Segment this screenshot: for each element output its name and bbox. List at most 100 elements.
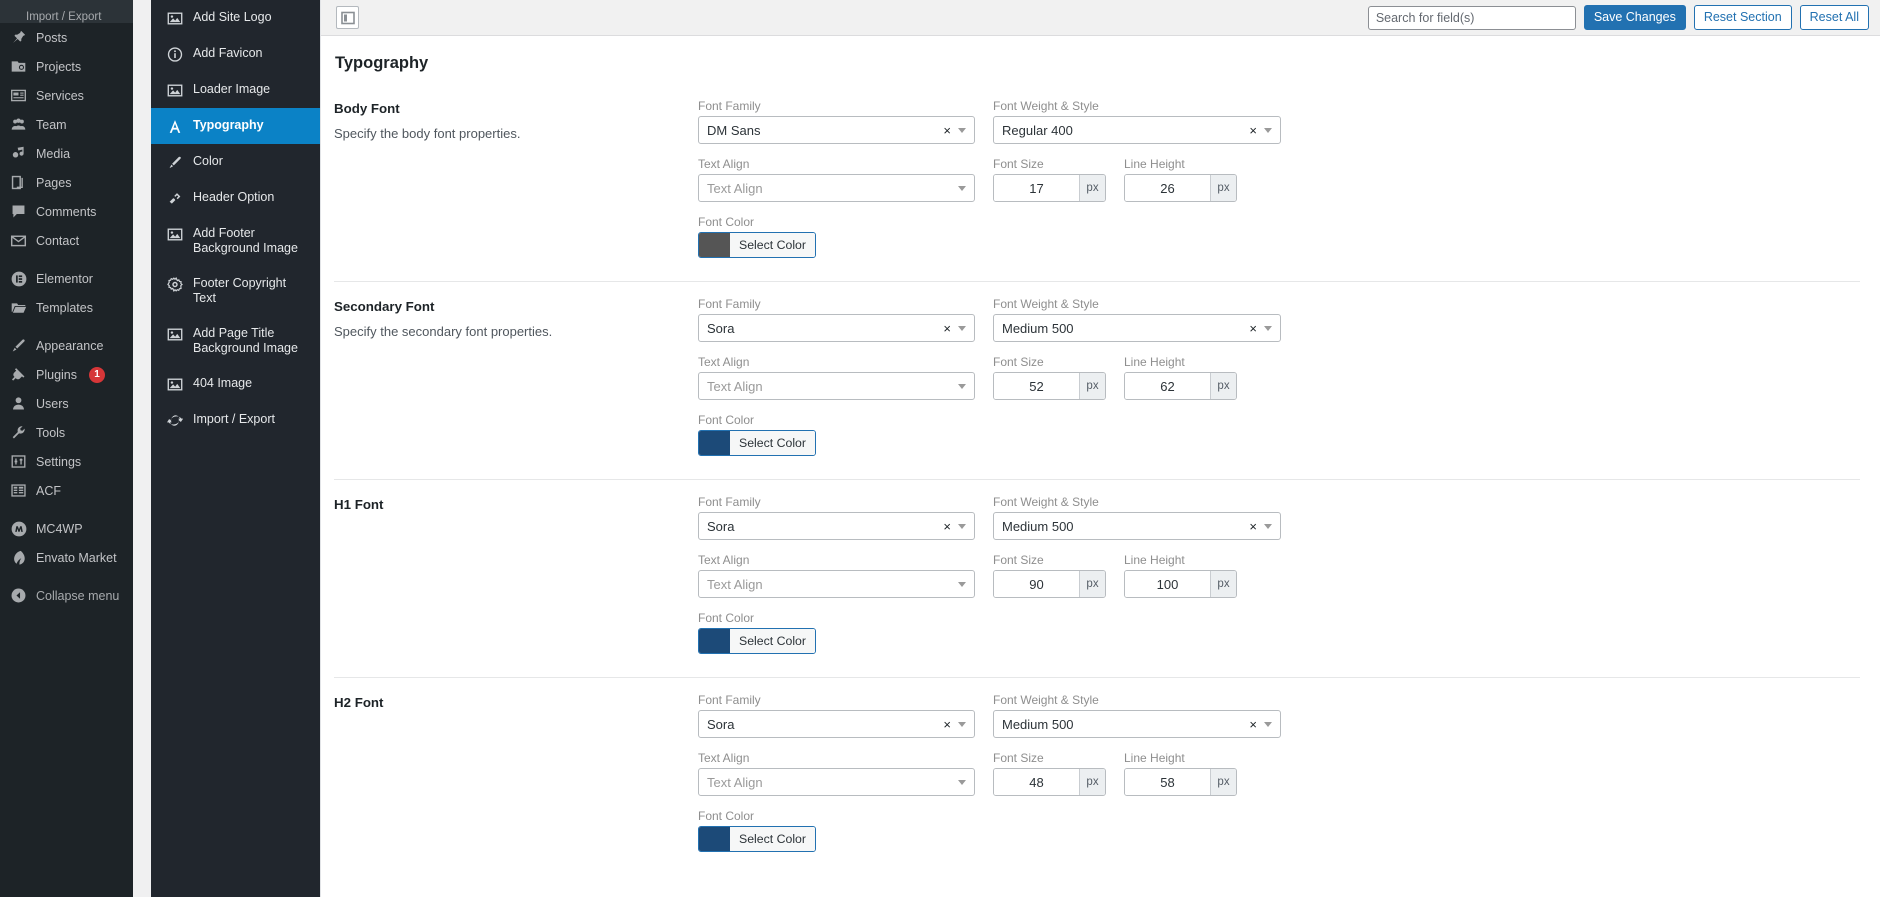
text-align-select[interactable]: Text Align [698,174,975,202]
clear-icon[interactable]: × [943,520,951,533]
font-family-control: Font Family Sora × [698,693,975,738]
wp-menu-item-collapse-menu[interactable]: Collapse menu [0,581,133,610]
expand-panel-icon[interactable] [336,6,359,29]
chevron-down-icon[interactable] [958,383,966,389]
line-height-input[interactable] [1125,571,1210,597]
options-menu-item-header-option[interactable]: Header Option [151,180,320,216]
wp-menu-item-posts[interactable]: Posts [0,23,133,52]
wp-menu-item-services[interactable]: Services [0,81,133,110]
line-height-input[interactable] [1125,175,1210,201]
wp-menu-item-comments[interactable]: Comments [0,197,133,226]
chevron-down-icon[interactable] [1264,325,1272,331]
wp-menu-item-label: Media [36,146,71,161]
options-menu-item-import-export[interactable]: Import / Export [151,402,320,438]
wp-menu-item-team[interactable]: Team [0,110,133,139]
save-changes-button[interactable]: Save Changes [1583,5,1686,30]
wp-menu-item-appearance[interactable]: Appearance [0,331,133,360]
line-height-input[interactable] [1125,373,1210,399]
options-menu-item-color[interactable]: Color [151,144,320,180]
wp-menu-item-pages[interactable]: Pages [0,168,133,197]
wp-menu-item-envato-market[interactable]: Envato Market [0,543,133,572]
chevron-down-icon[interactable] [958,325,966,331]
search-input[interactable] [1367,5,1576,30]
text-align-select[interactable]: Text Align [698,372,975,400]
chevron-down-icon[interactable] [958,779,966,785]
font-size-input[interactable] [994,769,1079,795]
select-color-button[interactable]: Select Color [698,826,816,852]
font-size-control: Font Size px [993,751,1106,796]
chevron-down-icon[interactable] [958,523,966,529]
options-menu-item-404-image[interactable]: 404 Image [151,366,320,402]
clear-icon[interactable]: × [943,322,951,335]
reset-all-button[interactable]: Reset All [1799,5,1869,30]
select-color-button[interactable]: Select Color [698,628,816,654]
wp-menu-item-tools[interactable]: Tools [0,418,133,447]
font-weight-control: Font Weight & Style Medium 500 × [993,693,1281,738]
field-section-info: H1 Font [334,495,698,660]
user-icon [9,394,28,413]
font-family-select[interactable]: Sora × [698,512,975,540]
options-menu-item-add-page-title-background-image[interactable]: Add Page Title Background Image [151,316,320,366]
wp-menu-item-media[interactable]: Media [0,139,133,168]
reset-section-button[interactable]: Reset Section [1693,5,1792,30]
wp-menu-item-users[interactable]: Users [0,389,133,418]
chevron-down-icon[interactable] [958,127,966,133]
font-size-input[interactable] [994,571,1079,597]
theme-options-menu: Add Site Logo Add Favicon Loader Image Typo… [151,0,320,438]
elementor-icon [9,269,28,288]
options-menu-item-typography[interactable]: Typography [151,108,320,144]
chevron-down-icon[interactable] [1264,523,1272,529]
font-weight-value: Medium 500 [1002,716,1074,732]
clear-icon[interactable]: × [1249,322,1257,335]
clear-icon[interactable]: × [1249,718,1257,731]
field-sections: Body Font Specify the body font propertie… [334,97,1860,875]
clear-icon[interactable]: × [1249,124,1257,137]
font-weight-select[interactable]: Medium 500 × [993,512,1281,540]
wp-menu-item-mc4wp[interactable]: MC4WP [0,514,133,543]
options-menu-item-label: Add Footer Background Image [193,226,298,255]
text-align-select[interactable]: Text Align [698,570,975,598]
field-section-h1-font: H1 Font Font Family Sora × Font Weight & Sty… [334,479,1860,677]
options-menu-item-footer-copyright-text[interactable]: Footer Copyright Text [151,266,320,316]
wp-menu-item-contact[interactable]: Contact [0,226,133,255]
chevron-down-icon[interactable] [1264,127,1272,133]
font-weight-select[interactable]: Medium 500 × [993,314,1281,342]
chevron-down-icon[interactable] [958,581,966,587]
select-color-button[interactable]: Select Color [698,430,816,456]
wp-menu-item-label: Contact [36,233,80,248]
options-menu-item-loader-image[interactable]: Loader Image [151,72,320,108]
chevron-down-icon[interactable] [958,185,966,191]
text-align-label: Text Align [698,355,750,369]
font-size-input[interactable] [994,373,1079,399]
pages-icon [9,173,28,192]
clear-icon[interactable]: × [943,124,951,137]
font-family-select[interactable]: DM Sans × [698,116,975,144]
wp-menu-item-templates[interactable]: Templates [0,293,133,322]
font-family-select[interactable]: Sora × [698,710,975,738]
wp-menu-item-settings[interactable]: Settings [0,447,133,476]
wp-menu-item-plugins[interactable]: Plugins 1 [0,360,133,389]
options-menu-item-add-favicon[interactable]: Add Favicon [151,36,320,72]
wp-menu-item-elementor[interactable]: Elementor [0,264,133,293]
line-height-input[interactable] [1125,769,1210,795]
font-weight-label: Font Weight & Style [993,693,1099,707]
clear-icon[interactable]: × [943,718,951,731]
link-icon [167,190,183,206]
clear-icon[interactable]: × [1249,520,1257,533]
font-family-select[interactable]: Sora × [698,314,975,342]
typography-icon [167,118,183,134]
wp-menu-item-acf[interactable]: ACF [0,476,133,505]
font-weight-select[interactable]: Regular 400 × [993,116,1281,144]
text-align-select[interactable]: Text Align [698,768,975,796]
chevron-down-icon[interactable] [958,721,966,727]
select-color-button[interactable]: Select Color [698,232,816,258]
font-size-input[interactable] [994,175,1079,201]
options-menu-item-add-site-logo[interactable]: Add Site Logo [151,0,320,36]
options-menu-item-add-footer-background-image[interactable]: Add Footer Background Image [151,216,320,266]
field-section-description: Specify the secondary font properties. [334,324,553,339]
chevron-down-icon[interactable] [1264,721,1272,727]
options-menu-item-label: Footer Copyright Text [193,276,287,305]
font-weight-select[interactable]: Medium 500 × [993,710,1281,738]
wp-menu-item-projects[interactable]: Projects [0,52,133,81]
font-size-control: Font Size px [993,355,1106,400]
